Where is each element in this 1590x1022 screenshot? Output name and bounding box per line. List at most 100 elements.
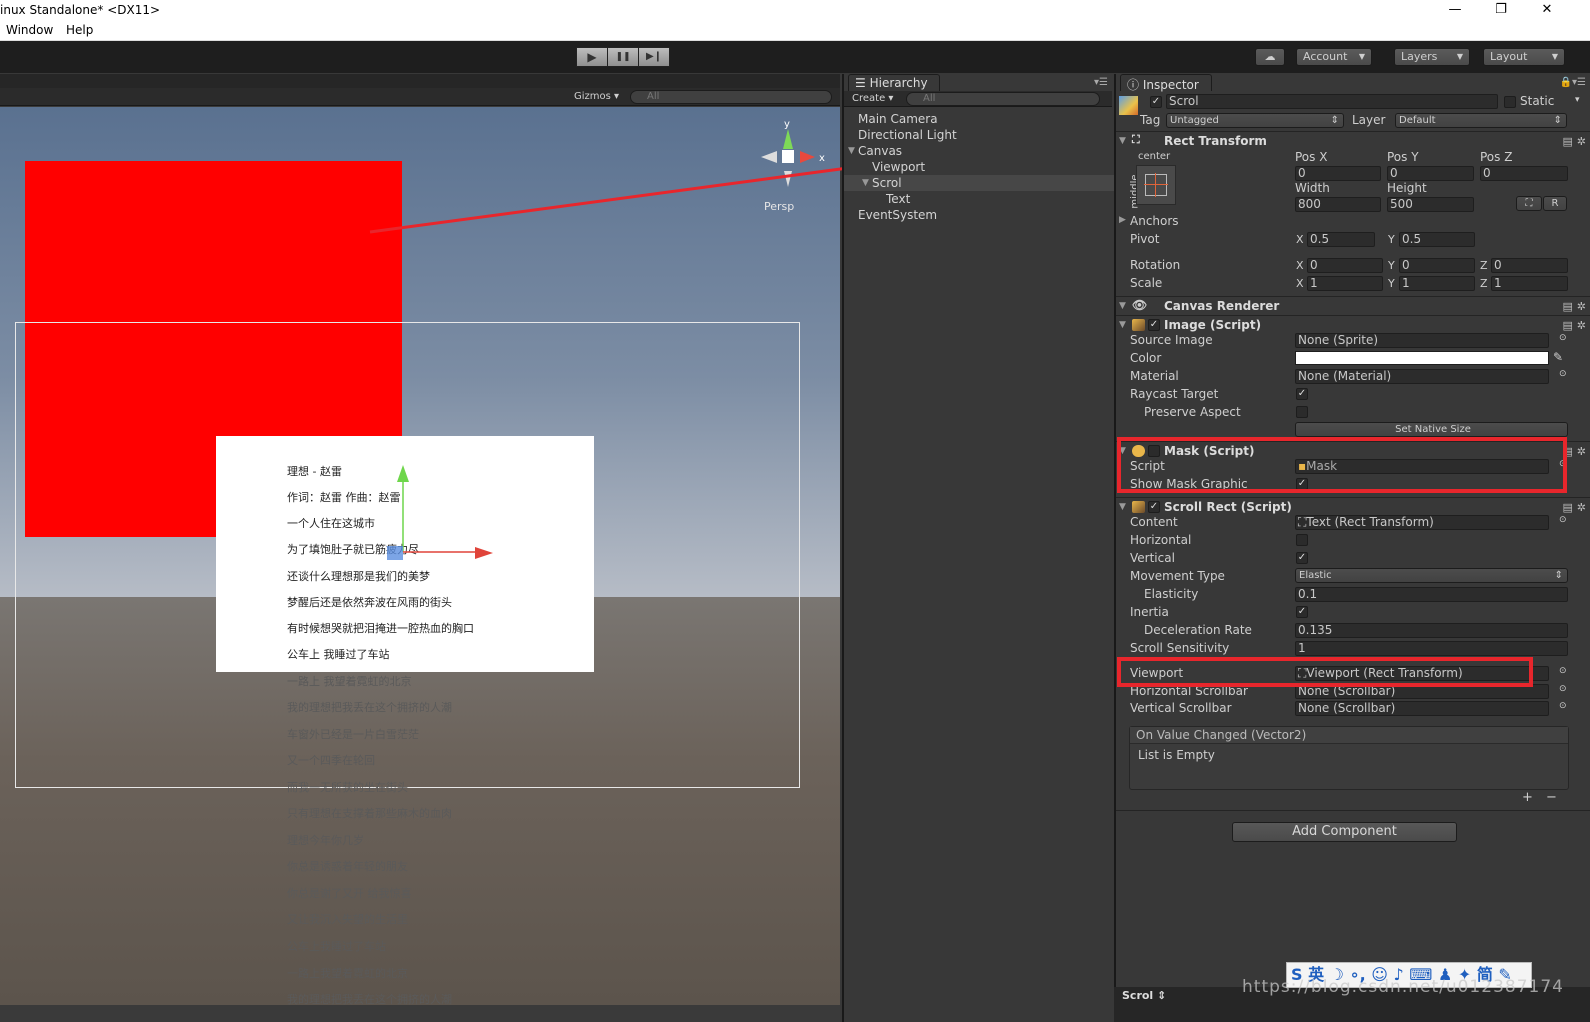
y-axis-handle[interactable] xyxy=(397,465,409,482)
hierarchy-item-viewport[interactable]: Viewport xyxy=(844,159,1114,175)
posx-field[interactable]: 0 xyxy=(1295,166,1381,181)
elasticity-field[interactable]: 0.1 xyxy=(1295,587,1568,602)
object-picker-icon[interactable]: ⊙ xyxy=(1559,666,1567,676)
rect-transform-header[interactable]: ▼ ⛶ Rect Transform ▤ ✲ xyxy=(1116,131,1590,149)
maximize-button[interactable]: ❐ xyxy=(1478,0,1524,21)
menu-help[interactable]: Help xyxy=(66,23,93,37)
scale-y-field[interactable]: 1 xyxy=(1399,276,1475,291)
pause-button[interactable]: ❚❚ xyxy=(607,47,639,67)
expand-icon[interactable]: ▶ xyxy=(1119,215,1126,225)
component-settings-icon[interactable]: ▤ ✲ xyxy=(1563,501,1586,514)
vertical-checkbox[interactable]: ✓ xyxy=(1296,552,1308,564)
play-button[interactable]: ▶ xyxy=(576,47,608,67)
x-axis-handle[interactable] xyxy=(475,547,493,559)
eyedropper-icon[interactable]: ✎ xyxy=(1553,350,1563,364)
deceleration-rate-field[interactable]: 0.135 xyxy=(1295,623,1568,638)
width-field[interactable]: 800 xyxy=(1295,197,1381,212)
component-settings-icon[interactable]: ▤ ✲ xyxy=(1563,300,1586,313)
static-checkbox[interactable] xyxy=(1504,96,1516,108)
collapse-icon[interactable]: ▼ xyxy=(1119,320,1126,330)
blueprint-mode-button[interactable]: ⛶ xyxy=(1516,196,1542,211)
material-field[interactable]: None (Material) xyxy=(1295,369,1549,384)
set-native-size-button[interactable]: Set Native Size xyxy=(1295,422,1568,437)
lock-icon[interactable]: 🔒▾☰ xyxy=(1560,77,1586,88)
close-button[interactable]: ✕ xyxy=(1524,0,1570,21)
horizontal-checkbox[interactable] xyxy=(1296,534,1308,546)
footer-object-label[interactable]: Scrol ⇕ xyxy=(1122,989,1166,1002)
move-tool-gizmo[interactable] xyxy=(380,460,500,570)
add-component-button[interactable]: Add Component xyxy=(1232,822,1457,842)
object-picker-icon[interactable]: ⊙ xyxy=(1559,684,1567,694)
add-event-button[interactable]: + xyxy=(1522,790,1533,805)
chevron-down-icon[interactable]: ▾ xyxy=(1575,95,1580,105)
rot-z-field[interactable]: 0 xyxy=(1491,258,1568,273)
annotation-arrow xyxy=(369,158,870,234)
image-header[interactable]: ▼ ✓ Image (Script) ▤ ✲ xyxy=(1116,315,1590,333)
color-field[interactable] xyxy=(1295,351,1549,365)
pivot-y-field[interactable]: 0.5 xyxy=(1399,232,1475,247)
hierarchy-item-directional-light[interactable]: Directional Light xyxy=(844,127,1114,143)
raw-edit-button[interactable]: R xyxy=(1543,196,1567,211)
panel-menu-icon[interactable]: ▾☰ xyxy=(1094,77,1108,88)
rot-x-field[interactable]: 0 xyxy=(1307,258,1383,273)
scroll-sensitivity-label: Scroll Sensitivity xyxy=(1130,641,1230,655)
canvas-renderer-header[interactable]: ▼ 👁 Canvas Renderer ▤ ✲ xyxy=(1116,296,1590,314)
vertical-scrollbar-field[interactable]: None (Scrollbar) xyxy=(1295,701,1549,716)
component-settings-icon[interactable]: ▤ ✲ xyxy=(1563,319,1586,332)
height-field[interactable]: 500 xyxy=(1387,197,1474,212)
create-dropdown[interactable]: Create ▾ xyxy=(852,93,893,104)
content-field[interactable]: ⛶Text (Rect Transform) xyxy=(1295,515,1549,530)
active-checkbox[interactable]: ✓ xyxy=(1150,96,1162,108)
image-enabled-checkbox[interactable]: ✓ xyxy=(1148,319,1160,331)
scroll-rect-enabled-checkbox[interactable]: ✓ xyxy=(1148,501,1160,513)
layout-dropdown[interactable]: Layout ▼ xyxy=(1483,48,1565,66)
scene-search-input[interactable]: All xyxy=(630,90,832,104)
anchors-label[interactable]: Anchors xyxy=(1130,214,1179,228)
scale-x-field[interactable]: 1 xyxy=(1307,276,1383,291)
hierarchy-search-input[interactable]: All xyxy=(906,92,1100,106)
plane-handle[interactable] xyxy=(387,546,403,560)
preserve-aspect-checkbox[interactable] xyxy=(1296,406,1308,418)
object-picker-icon[interactable]: ⊙ xyxy=(1559,333,1567,343)
scroll-rect-header[interactable]: ▼ ✓ Scroll Rect (Script) ▤ ✲ xyxy=(1116,497,1590,515)
rot-y-field[interactable]: 0 xyxy=(1399,258,1475,273)
cloud-icon[interactable]: ☁ xyxy=(1255,48,1285,66)
minimize-button[interactable]: — xyxy=(1432,0,1478,21)
hierarchy-item-canvas[interactable]: ▼ Canvas xyxy=(844,143,1114,159)
movement-type-dropdown[interactable]: Elastic ⇕ xyxy=(1295,568,1568,583)
posy-field[interactable]: 0 xyxy=(1387,166,1474,181)
scale-z-field[interactable]: 1 xyxy=(1491,276,1568,291)
anchor-preset-button[interactable] xyxy=(1136,165,1176,205)
layer-dropdown[interactable]: Default ⇕ xyxy=(1395,113,1567,128)
remove-event-button[interactable]: − xyxy=(1546,790,1557,805)
expand-icon[interactable]: ▼ xyxy=(862,175,869,191)
step-button[interactable]: ▶❙ xyxy=(638,47,670,67)
raycast-target-checkbox[interactable]: ✓ xyxy=(1296,388,1308,400)
object-picker-icon[interactable]: ⊙ xyxy=(1559,369,1567,379)
hierarchy-item-main-camera[interactable]: Main Camera xyxy=(844,111,1114,127)
collapse-icon[interactable]: ▼ xyxy=(1119,136,1126,146)
scroll-sensitivity-field[interactable]: 1 xyxy=(1295,641,1568,656)
menu-window[interactable]: Window xyxy=(6,23,53,37)
hierarchy-item-scrol[interactable]: ▼ Scrol xyxy=(844,175,1114,191)
inspector-tab[interactable]: ⓘ Inspector xyxy=(1120,74,1212,92)
object-picker-icon[interactable]: ⊙ xyxy=(1559,701,1567,711)
collapse-icon[interactable]: ▼ xyxy=(1119,301,1126,311)
pivot-x-field[interactable]: 0.5 xyxy=(1307,232,1375,247)
gizmos-dropdown[interactable]: Gizmos ▾ xyxy=(574,91,619,102)
expand-icon[interactable]: ▼ xyxy=(848,143,855,159)
source-image-field[interactable]: None (Sprite) xyxy=(1295,333,1549,348)
object-name-field[interactable]: Scrol xyxy=(1166,94,1498,109)
collapse-icon[interactable]: ▼ xyxy=(1119,502,1126,512)
hierarchy-item-eventsystem[interactable]: EventSystem xyxy=(844,207,1114,223)
hierarchy-tab[interactable]: ☰ Hierarchy xyxy=(848,74,940,91)
posz-field[interactable]: 0 xyxy=(1480,166,1568,181)
component-settings-icon[interactable]: ▤ ✲ xyxy=(1563,135,1586,148)
account-dropdown[interactable]: Account ▼ xyxy=(1296,48,1372,66)
object-picker-icon[interactable]: ⊙ xyxy=(1559,515,1567,525)
hierarchy-item-text[interactable]: Text xyxy=(844,191,1114,207)
tag-dropdown[interactable]: Untagged ⇕ xyxy=(1166,113,1344,128)
layers-dropdown[interactable]: Layers ▼ xyxy=(1394,48,1470,66)
chevron-updown-icon: ⇕ xyxy=(1553,115,1562,126)
inertia-checkbox[interactable]: ✓ xyxy=(1296,606,1308,618)
